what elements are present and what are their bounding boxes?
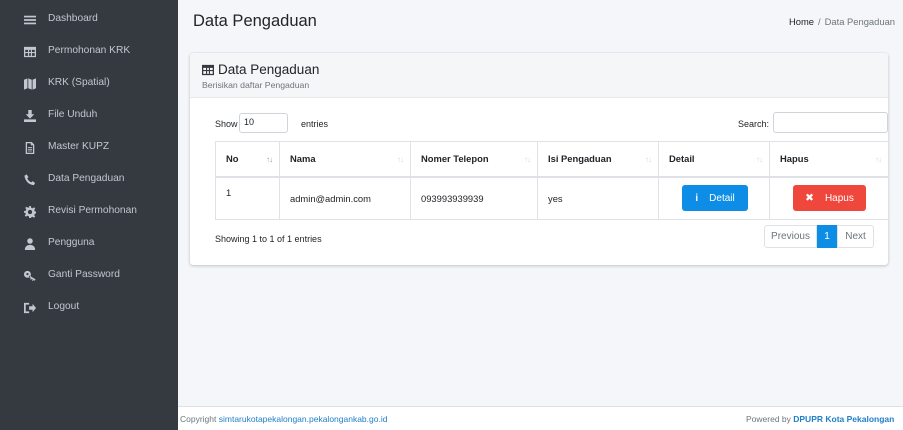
sign-out-icon [23, 300, 37, 316]
gear-icon [23, 204, 37, 220]
entries-label: entries [301, 119, 329, 129]
sidebar-item-label: Logout [48, 301, 80, 312]
sidebar-item-dashboard[interactable]: Dashboard [0, 8, 178, 32]
pengaduan-table: No ↑↓ Nama ↑↓ Nomer Telepon ↑↓ Isi Pengadua… [215, 141, 889, 220]
copyright-prefix: Copyright [180, 414, 219, 424]
info-icon: i [695, 192, 699, 205]
search-label: Search: [738, 119, 770, 129]
sidebar-item-label: Revisi Permohonan [48, 205, 137, 216]
sort-icon: ↑↓ [875, 155, 882, 164]
column-header-label: Nama [290, 153, 316, 165]
sidebar-item-label: Pengguna [48, 237, 95, 248]
footer: Copyright simtarukotapekalongan.pekalong… [178, 406, 903, 430]
cell-telepon: 093993939939 [410, 176, 538, 220]
powered-brand-link[interactable]: DPUPR Kota Pekalongan [793, 414, 894, 424]
sidebar-item-krk-spatial[interactable]: KRK (Spatial) [0, 72, 178, 96]
column-header-isi-pengaduan[interactable]: Isi Pengaduan ↑↓ [537, 141, 659, 178]
sidebar-item-logout[interactable]: Logout [0, 296, 178, 320]
sidebar-item-label: Permohonan KRK [48, 45, 131, 56]
main-content: Data Pengaduan Home / Data Pengaduan Data … [178, 0, 903, 430]
sidebar-item-label: KRK (Spatial) [48, 77, 110, 88]
table-info: Showing 1 to 1 of 1 entries [215, 234, 322, 244]
sidebar-item-label: Data Pengaduan [48, 173, 125, 184]
search-input[interactable] [773, 112, 888, 133]
pagination-next[interactable]: Next [837, 225, 874, 248]
column-header-nama[interactable]: Nama ↑↓ [279, 141, 411, 178]
entries-length-select[interactable]: 10 [239, 113, 288, 133]
file-icon [23, 140, 37, 156]
key-icon [23, 268, 37, 284]
table-icon [23, 44, 37, 60]
breadcrumb-home-link[interactable]: Home [789, 16, 814, 27]
copyright-link[interactable]: simtarukotapekalongan.pekalongankab.go.i… [219, 414, 388, 424]
show-label: Show [215, 119, 238, 129]
hapus-button-label: Hapus [824, 192, 854, 204]
detail-button[interactable]: i Detail [682, 185, 748, 212]
sidebar-item-label: Master KUPZ [48, 141, 110, 152]
sidebar-item-label: File Unduh [48, 109, 98, 120]
pagination-previous[interactable]: Previous [764, 225, 817, 248]
column-header-nomer-telepon[interactable]: Nomer Telepon ↑↓ [410, 141, 538, 178]
sidebar-item-pengguna[interactable]: Pengguna [0, 232, 178, 256]
sort-icon: ↑↓ [756, 155, 763, 164]
sidebar-item-revisi-permohonan[interactable]: Revisi Permohonan [0, 200, 178, 224]
pagination-page-1[interactable]: 1 [817, 225, 837, 248]
column-header-hapus[interactable]: Hapus ↑↓ [769, 141, 889, 178]
cell-no: 1 [215, 176, 280, 220]
user-icon [23, 236, 37, 252]
sort-icon: ↑↓ [266, 155, 273, 164]
powered-by-text: Powered by DPUPR Kota Pekalongan [746, 414, 894, 424]
phone-icon [23, 172, 37, 188]
table-header-row: No ↑↓ Nama ↑↓ Nomer Telepon ↑↓ Isi Pengadua… [215, 141, 889, 178]
sidebar-item-permohonan-krk[interactable]: Permohonan KRK [0, 40, 178, 64]
powered-prefix: Powered by [746, 414, 794, 424]
menu-icon [23, 12, 37, 28]
hapus-button[interactable]: ✖ Hapus [793, 185, 866, 212]
copyright-text: Copyright simtarukotapekalongan.pekalong… [180, 414, 387, 424]
sort-icon: ↑↓ [645, 155, 652, 164]
column-header-label: Detail [669, 153, 695, 165]
card-header: Data Pengaduan Berisikan daftar Pengadua… [190, 53, 888, 98]
sidebar-item-label: Dashboard [48, 13, 98, 24]
sidebar: Dashboard Permohonan KRK KRK (Spatial) F… [0, 0, 178, 430]
column-header-no[interactable]: No ↑↓ [215, 141, 280, 178]
cell-detail: i Detail [658, 176, 770, 220]
content-header: Data Pengaduan Home / Data Pengaduan [178, 0, 903, 40]
card-subtitle: Berisikan daftar Pengaduan [202, 80, 310, 90]
sidebar-item-master-kupz[interactable]: Master KUPZ [0, 136, 178, 160]
table-row: 1 admin@admin.com 093993939939 yes i Det… [215, 176, 889, 220]
card-title: Data Pengaduan [202, 62, 319, 77]
sidebar-item-data-pengaduan[interactable]: Data Pengaduan [0, 168, 178, 192]
cell-isi: yes [537, 176, 659, 220]
close-icon: ✖ [805, 192, 814, 205]
map-icon [23, 76, 37, 92]
breadcrumb-current: Data Pengaduan [824, 16, 895, 27]
sidebar-item-ganti-password[interactable]: Ganti Password [0, 264, 178, 288]
pengaduan-card: Data Pengaduan Berisikan daftar Pengadua… [190, 53, 889, 265]
column-header-detail[interactable]: Detail ↑↓ [658, 141, 770, 178]
sort-icon: ↑↓ [524, 155, 531, 164]
column-header-label: No [226, 153, 239, 165]
sort-icon: ↑↓ [397, 155, 404, 164]
cell-nama: admin@admin.com [279, 176, 411, 220]
column-header-label: Isi Pengaduan [548, 153, 612, 165]
card-title-text: Data Pengaduan [218, 62, 320, 77]
breadcrumb: Home / Data Pengaduan [789, 16, 895, 27]
sidebar-item-label: Ganti Password [48, 269, 120, 280]
column-header-label: Nomer Telepon [421, 153, 489, 165]
page-title: Data Pengaduan [193, 12, 317, 30]
detail-button-label: Detail [709, 192, 735, 204]
column-header-label: Hapus [780, 153, 809, 165]
pagination: Previous 1 Next [764, 225, 874, 248]
sidebar-item-file-unduh[interactable]: File Unduh [0, 104, 178, 128]
download-icon [23, 108, 37, 124]
table-icon [202, 64, 214, 75]
cell-hapus: ✖ Hapus [769, 176, 889, 220]
breadcrumb-separator: / [818, 16, 821, 27]
